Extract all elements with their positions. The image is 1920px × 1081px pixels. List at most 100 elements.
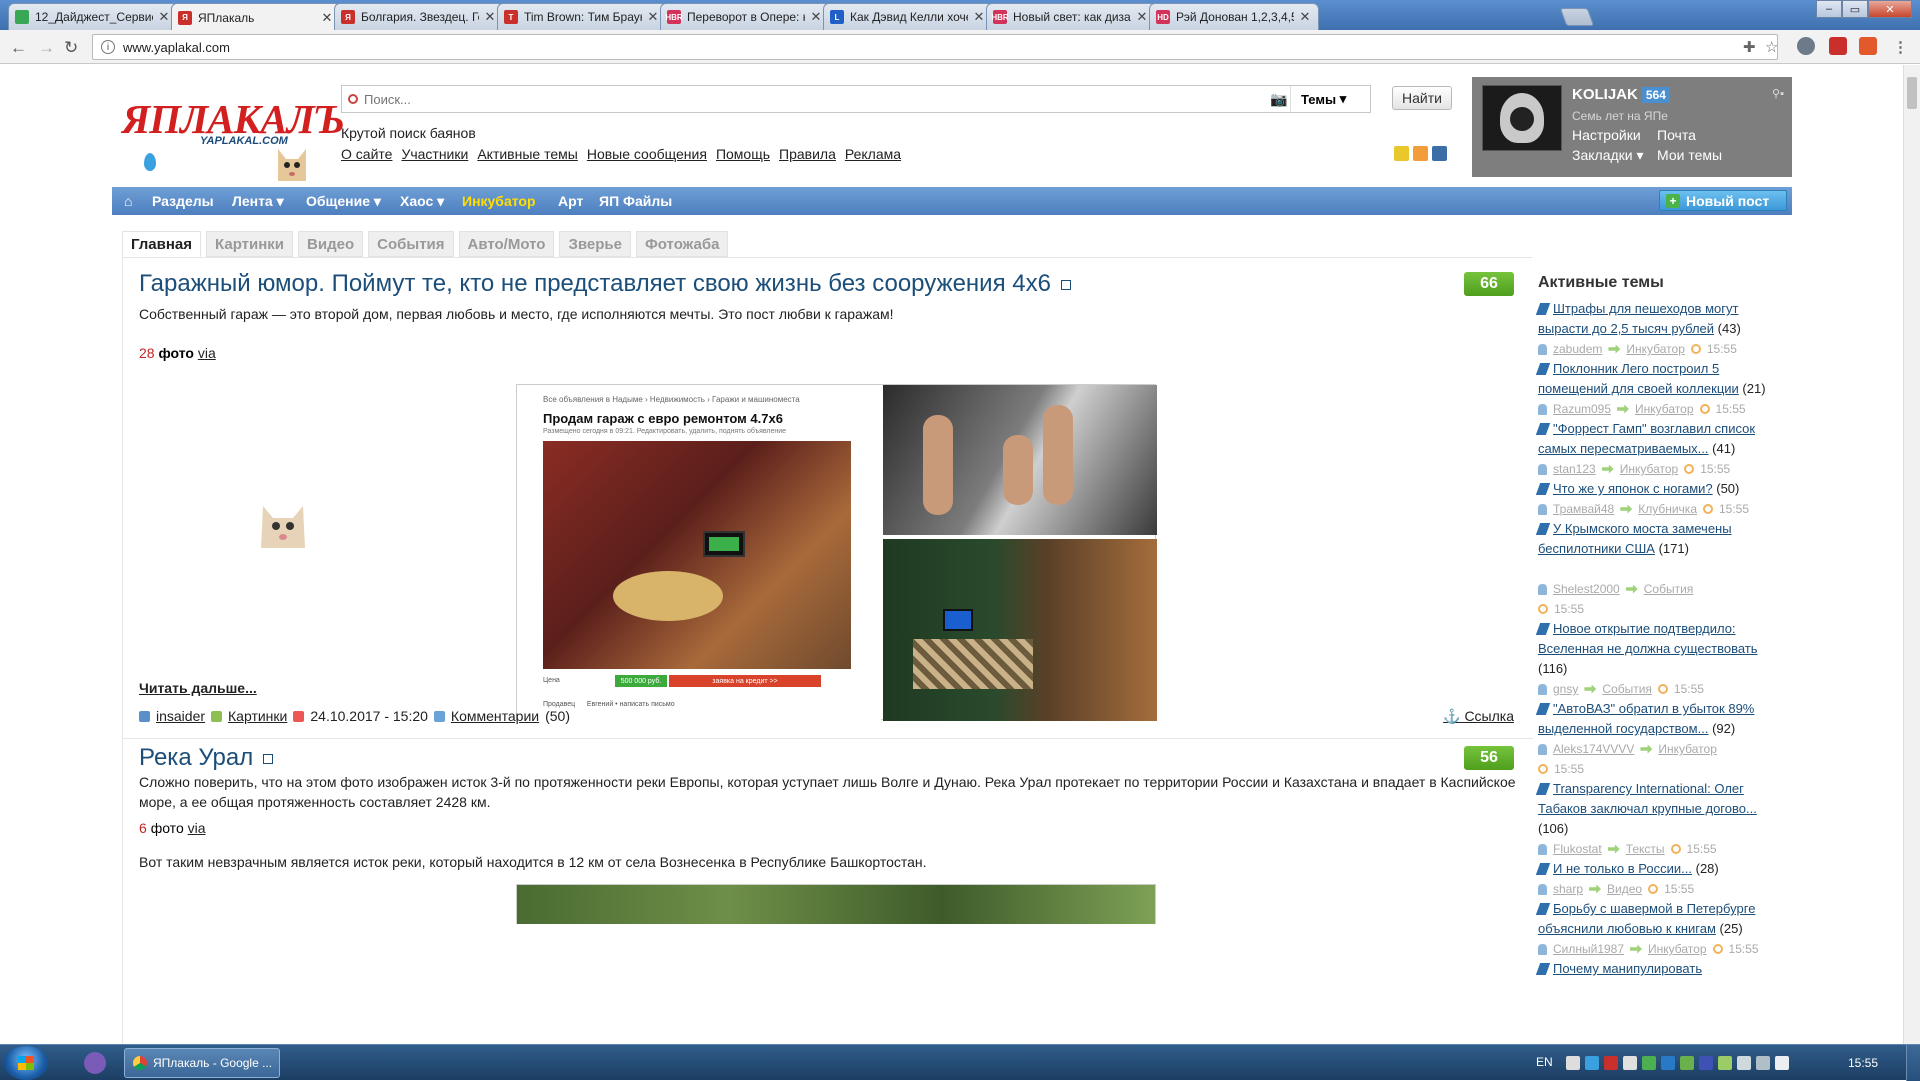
nav-art[interactable]: Арт [558, 193, 583, 209]
link-ads[interactable]: Реклама [845, 146, 901, 162]
search-input[interactable] [364, 91, 1270, 107]
menu-icon[interactable]: ⋮ [1893, 38, 1908, 56]
permalink[interactable]: ⚓ Ссылка [1443, 708, 1514, 725]
active-topic-link[interactable]: Transparency International: Олег Табаков … [1538, 781, 1757, 816]
topic-author-link[interactable]: Flukostat [1553, 842, 1602, 856]
tray-app-icon[interactable] [1604, 1056, 1618, 1070]
topic-author-link[interactable]: stan123 [1553, 462, 1596, 476]
volume-icon[interactable] [1775, 1056, 1789, 1070]
external-link-icon[interactable] [263, 753, 274, 764]
topic-section-link[interactable]: События [1602, 682, 1652, 696]
find-button[interactable]: Найти [1392, 86, 1452, 110]
active-topic-link[interactable]: У Крымского моста замечены беспилотники С… [1538, 521, 1732, 556]
read-more-link[interactable]: Читать дальше... [139, 680, 257, 696]
topic-section-link[interactable]: Видео [1607, 882, 1642, 896]
tab-close-icon[interactable]: ✕ [483, 9, 497, 25]
new-post-button[interactable]: + Новый пост [1659, 190, 1787, 211]
topic-section-link[interactable]: События [1644, 582, 1694, 596]
nav-chaos[interactable]: Хаос ▾ [400, 193, 444, 210]
tab-auto-moto[interactable]: Авто/Мото [458, 231, 555, 257]
nav-files[interactable]: ЯП Файлы [599, 193, 672, 209]
adblock-extension-icon[interactable] [1829, 37, 1847, 55]
topic-section-link[interactable]: Инкубатор [1648, 942, 1707, 956]
tab-close-icon[interactable]: ✕ [972, 9, 986, 25]
browser-tab[interactable]: T Tim Brown: Тим Браун н… ✕ [497, 3, 667, 30]
topic-section-link[interactable]: Инкубатор [1620, 462, 1679, 476]
tray-app-icon[interactable] [1623, 1056, 1637, 1070]
topic-author-link[interactable]: Aleks174VVVV [1553, 742, 1634, 756]
topic-author-link[interactable]: Razum095 [1553, 402, 1611, 416]
tab-close-icon[interactable]: ✕ [1135, 9, 1149, 25]
tab-close-icon[interactable]: ✕ [809, 9, 823, 25]
attach-icon[interactable] [1432, 146, 1447, 161]
reload-icon[interactable]: ↻ [64, 38, 78, 58]
camera-icon[interactable]: 📷 [1270, 91, 1290, 108]
browser-tab[interactable]: L Как Дэвид Келли хочет… ✕ [823, 3, 993, 30]
via-link[interactable]: via [188, 820, 206, 836]
browser-tab[interactable]: Я Болгария. Звездец. Гор… ✕ [334, 3, 504, 30]
home-icon[interactable]: ⌂ [124, 193, 132, 209]
viber-icon[interactable] [84, 1052, 106, 1074]
topic-section-link[interactable]: Клубничка [1638, 502, 1697, 516]
browser-tab[interactable]: 12_Дайджест_Сервис ✕ [8, 3, 178, 30]
rating-badge[interactable]: 66 [1464, 272, 1514, 296]
active-topic-link[interactable]: Что же у японок с ногами? [1553, 481, 1713, 496]
nav-incubator[interactable]: Инкубатор [462, 193, 536, 209]
info-icon[interactable]: i [101, 40, 115, 54]
topic-section-link[interactable]: Инкубатор [1626, 342, 1685, 356]
post-title[interactable]: Гаражный юмор. Поймут те, кто не предста… [139, 270, 1071, 298]
nav-feed[interactable]: Лента ▾ [232, 193, 284, 210]
tab-pictures[interactable]: Картинки [206, 231, 294, 257]
tray-app-icon[interactable] [1680, 1056, 1694, 1070]
search-scope-select[interactable]: Темы ▾ [1290, 86, 1370, 112]
language-indicator[interactable]: EN [1536, 1055, 1553, 1069]
link-new-messages[interactable]: Новые сообщения [587, 146, 707, 162]
rating-badge[interactable]: 56 [1464, 746, 1514, 770]
topic-author-link[interactable]: Shelest2000 [1553, 582, 1620, 596]
tray-app-icon[interactable] [1699, 1056, 1713, 1070]
section-link[interactable]: Картинки [228, 708, 287, 724]
nav-sections[interactable]: Разделы [152, 193, 214, 209]
forward-icon[interactable]: → [38, 38, 55, 58]
topic-author-link[interactable]: gnsy [1553, 682, 1578, 696]
river-photo[interactable] [516, 884, 1156, 924]
tab-close-icon[interactable]: ✕ [157, 9, 171, 25]
link-about[interactable]: О сайте [341, 146, 392, 162]
network-icon[interactable] [1756, 1056, 1770, 1070]
browser-tab[interactable]: HD Рэй Донован 1,2,3,4,5 се… ✕ [1149, 3, 1319, 30]
tab-video[interactable]: Видео [298, 231, 364, 257]
link-rules[interactable]: Правила [779, 146, 836, 162]
link-help[interactable]: Помощь [716, 146, 770, 162]
extension-puzzle-icon[interactable]: ✚ [1743, 38, 1756, 56]
back-icon[interactable]: ← [10, 38, 27, 58]
tray-app-icon[interactable] [1585, 1056, 1599, 1070]
tray-app-icon[interactable] [1642, 1056, 1656, 1070]
tab-photoshop[interactable]: Фотожаба [635, 231, 729, 257]
scrollbar-thumb[interactable] [1907, 77, 1917, 109]
tray-app-icon[interactable] [1566, 1056, 1580, 1070]
tab-events[interactable]: События [368, 231, 454, 257]
bookmark-star-icon[interactable]: ☆ [1765, 38, 1778, 56]
post-image[interactable]: Все объявления в Надыме › Недвижимость ›… [516, 384, 1157, 721]
my-topics-link[interactable]: Мои темы [1657, 147, 1722, 163]
browser-tab[interactable]: HBR Переворот в Опере: ка… ✕ [660, 3, 830, 30]
user-nick[interactable]: KOLIJAK 564 [1572, 86, 1670, 103]
tab-close-icon[interactable]: ✕ [646, 9, 660, 25]
rss-icon[interactable] [1413, 146, 1428, 161]
active-topic-link[interactable]: Новое открытие подтвердило: Вселенная не … [1538, 621, 1758, 656]
author-link[interactable]: insaider [156, 708, 205, 724]
tab-main[interactable]: Главная [122, 231, 202, 257]
link-active-topics[interactable]: Активные темы [477, 146, 578, 162]
vpn-extension-icon[interactable] [1797, 37, 1815, 55]
address-bar[interactable]: i www.yaplakal.com [92, 34, 1778, 60]
external-link-icon[interactable] [1060, 279, 1071, 290]
battery-icon[interactable] [1718, 1056, 1732, 1070]
active-topic-link[interactable]: Почему манипулировать [1553, 961, 1702, 976]
topic-section-link[interactable]: Инкубатор [1658, 742, 1717, 756]
favorites-star-icon[interactable] [1394, 146, 1409, 161]
tray-app-icon[interactable] [1661, 1056, 1675, 1070]
browser-tab[interactable]: Я ЯПлакаль ✕ [171, 3, 341, 31]
tab-close-icon[interactable]: ✕ [1298, 9, 1312, 25]
active-topic-link[interactable]: Поклонник Лего построил 5 помещений для с… [1538, 361, 1739, 396]
clock[interactable]: 15:55 [1848, 1056, 1878, 1070]
